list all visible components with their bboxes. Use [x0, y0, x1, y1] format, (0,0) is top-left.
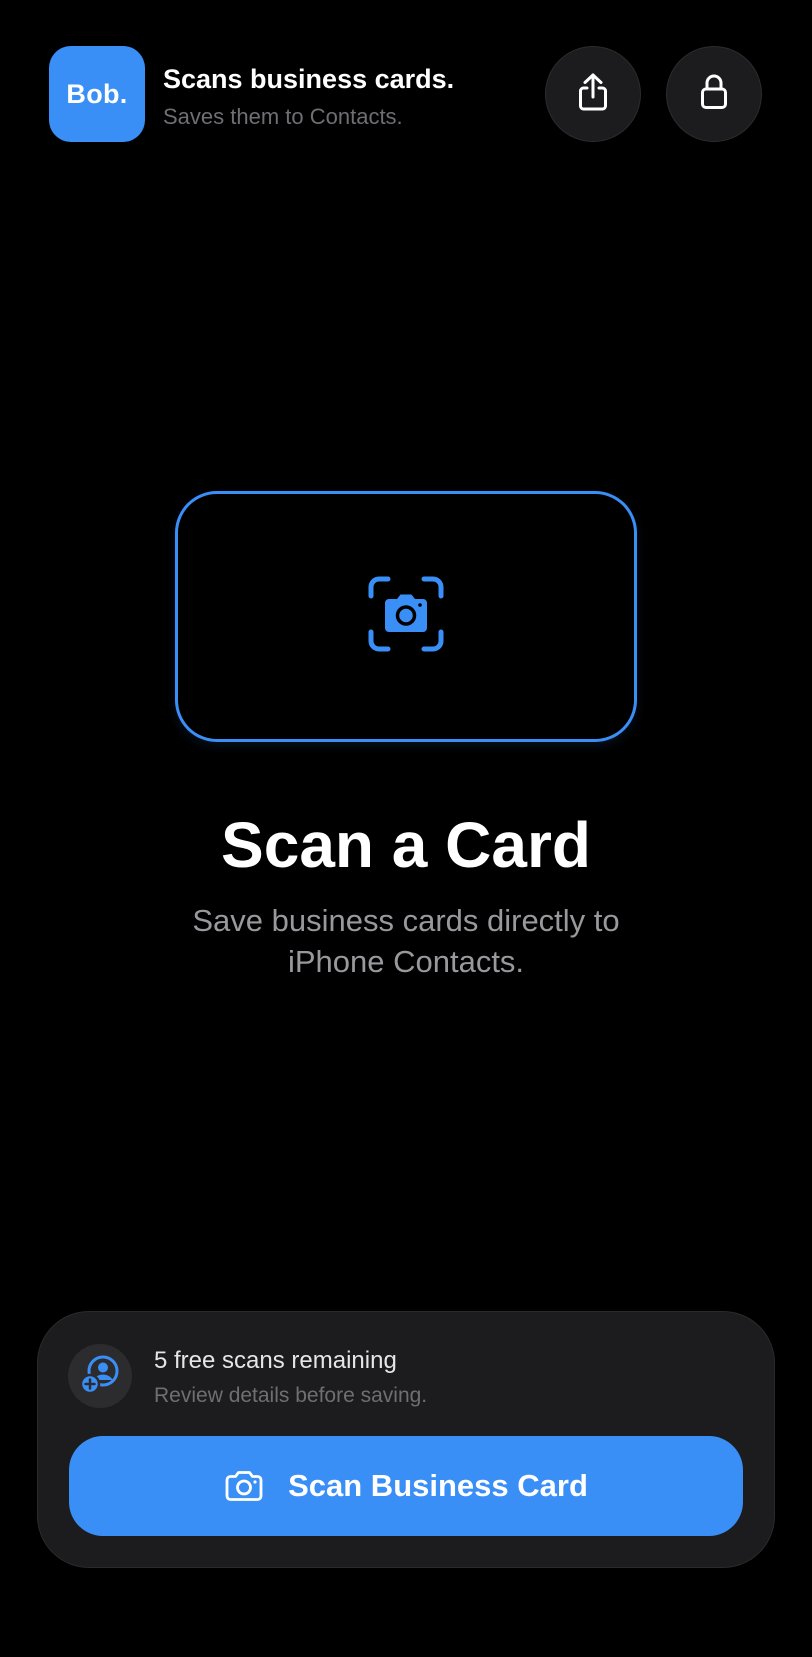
share-icon	[575, 72, 611, 117]
scan-panel: 5 free scans remaining Review details be…	[37, 1311, 775, 1568]
hero-subtitle: Save business cards directly to iPhone C…	[192, 903, 620, 979]
add-contact-badge	[68, 1344, 132, 1408]
hero-title: Scan a Card	[221, 809, 591, 881]
app-subtitle: Saves them to Contacts.	[163, 104, 403, 129]
scan-placeholder-frame	[175, 491, 637, 742]
scans-remaining-text: 5 free scans remaining	[154, 1347, 397, 1374]
scan-button-label: Scan Business Card	[288, 1468, 588, 1503]
review-note: Review details before saving.	[154, 1384, 428, 1407]
lock-icon	[699, 73, 729, 116]
scan-business-card-button[interactable]: Scan Business Card	[69, 1436, 743, 1536]
share-button[interactable]	[545, 46, 641, 142]
header: Bob. Scans business cards. Saves them to…	[49, 46, 763, 142]
camera-icon	[224, 1470, 264, 1502]
add-contact-icon	[79, 1353, 121, 1400]
lock-button[interactable]	[666, 46, 762, 142]
app-title: Scans business cards.	[163, 64, 455, 94]
camera-viewfinder-icon	[367, 576, 445, 657]
app-logo: Bob.	[49, 46, 145, 142]
